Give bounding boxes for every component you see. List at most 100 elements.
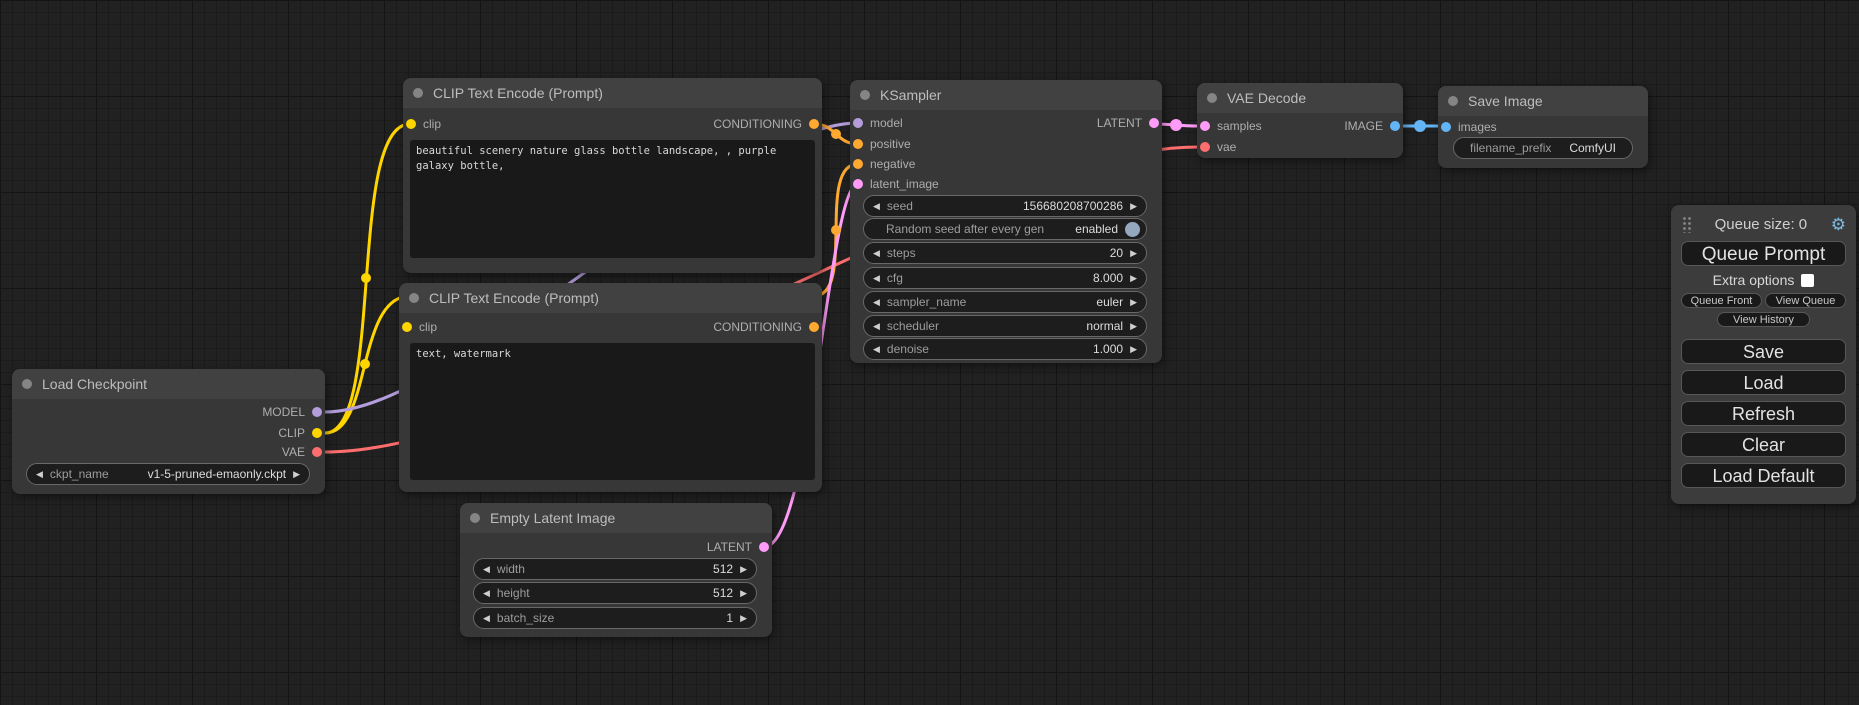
collapse-dot-icon[interactable] [1207,93,1217,103]
collapse-dot-icon[interactable] [860,90,870,100]
slot-dot-conditioning[interactable] [853,139,863,149]
next-value-icon[interactable]: ▶ [1130,322,1137,331]
slot-dot-latent[interactable] [853,179,863,189]
slot-dot-conditioning[interactable] [809,119,819,129]
next-value-icon[interactable]: ▶ [1130,202,1137,211]
collapse-dot-icon[interactable] [22,379,32,389]
input-slot-clip[interactable]: clip [402,317,437,337]
load-button[interactable]: Load [1681,370,1846,395]
next-value-icon[interactable]: ▶ [740,589,747,598]
next-value-icon[interactable]: ▶ [1130,298,1137,307]
load-default-button[interactable]: Load Default [1681,463,1846,488]
node-title-bar[interactable]: CLIP Text Encode (Prompt) [399,283,822,313]
output-slot-clip[interactable]: CLIP [278,423,322,443]
drag-handle-icon[interactable] [1681,215,1691,233]
prev-value-icon[interactable]: ◀ [873,202,880,211]
output-slot-latent[interactable]: LATENT [1097,113,1159,133]
output-slot-conditioning[interactable]: CONDITIONING [713,114,819,134]
node-title-bar[interactable]: VAE Decode [1197,83,1403,113]
node-load-checkpoint[interactable]: Load Checkpoint MODEL CLIP VAE ◀ ckpt_na… [12,369,325,494]
node-clip-text-encode-positive[interactable]: CLIP Text Encode (Prompt) clip CONDITION… [403,78,822,273]
settings-gear-icon[interactable]: ⚙ [1831,216,1846,233]
prev-value-icon[interactable]: ◀ [873,322,880,331]
next-value-icon[interactable]: ▶ [740,614,747,623]
clear-button[interactable]: Clear [1681,432,1846,457]
input-slot-positive[interactable]: positive [853,134,911,154]
filename-prefix-field[interactable]: filename_prefix ComfyUI [1453,137,1633,159]
prev-value-icon[interactable]: ◀ [873,274,880,283]
input-slot-images[interactable]: images [1441,117,1497,137]
cfg-combo[interactable]: ◀ cfg 8.000 ▶ [863,267,1147,289]
prev-value-icon[interactable]: ◀ [483,589,490,598]
input-slot-samples[interactable]: samples [1200,116,1262,136]
refresh-button[interactable]: Refresh [1681,401,1846,426]
slot-dot-latent[interactable] [1200,121,1210,131]
extra-options-checkbox[interactable] [1801,274,1814,287]
prompt-text-input[interactable]: beautiful scenery nature glass bottle la… [410,140,815,258]
collapse-dot-icon[interactable] [409,293,419,303]
node-ksampler[interactable]: KSampler model positive negative latent_… [850,80,1162,363]
slot-dot-clip[interactable] [406,119,416,129]
output-slot-model[interactable]: MODEL [262,402,322,422]
slot-dot-image[interactable] [1390,121,1400,131]
next-value-icon[interactable]: ▶ [740,565,747,574]
output-slot-vae[interactable]: VAE [282,442,322,462]
slot-dot-clip[interactable] [312,428,322,438]
collapse-dot-icon[interactable] [413,88,423,98]
slot-dot-latent[interactable] [759,542,769,552]
batch-size-combo[interactable]: ◀ batch_size 1 ▶ [473,607,757,629]
view-queue-button[interactable]: View Queue [1765,293,1846,308]
height-combo[interactable]: ◀ height 512 ▶ [473,582,757,604]
random-seed-toggle[interactable]: Random seed after every gen enabled [863,218,1147,240]
input-slot-clip[interactable]: clip [406,114,441,134]
node-empty-latent-image[interactable]: Empty Latent Image LATENT ◀ width 512 ▶ … [460,503,772,637]
next-value-icon[interactable]: ▶ [293,470,300,479]
node-title-bar[interactable]: Save Image [1438,86,1648,116]
node-clip-text-encode-negative[interactable]: CLIP Text Encode (Prompt) clip CONDITION… [399,283,822,492]
collapse-dot-icon[interactable] [1448,96,1458,106]
slot-dot-image[interactable] [1441,122,1451,132]
slot-dot-clip[interactable] [402,322,412,332]
slot-dot-vae[interactable] [312,447,322,457]
output-slot-conditioning[interactable]: CONDITIONING [713,317,819,337]
slot-dot-vae[interactable] [1200,142,1210,152]
input-slot-vae[interactable]: vae [1200,137,1236,157]
output-slot-latent[interactable]: LATENT [707,537,769,557]
queue-prompt-button[interactable]: Queue Prompt [1681,241,1846,266]
prompt-text-input[interactable]: text, watermark [410,343,815,480]
node-vae-decode[interactable]: VAE Decode samples vae IMAGE [1197,83,1403,158]
node-title-bar[interactable]: Empty Latent Image [460,503,772,533]
input-slot-negative[interactable]: negative [853,154,915,174]
width-combo[interactable]: ◀ width 512 ▶ [473,558,757,580]
node-save-image[interactable]: Save Image images filename_prefix ComfyU… [1438,86,1648,168]
denoise-combo[interactable]: ◀ denoise 1.000 ▶ [863,338,1147,360]
prev-value-icon[interactable]: ◀ [483,614,490,623]
slot-dot-conditioning[interactable] [809,322,819,332]
sampler-name-combo[interactable]: ◀ sampler_name euler ▶ [863,291,1147,313]
slot-dot-model[interactable] [312,407,322,417]
slot-dot-latent[interactable] [1149,118,1159,128]
node-title-bar[interactable]: CLIP Text Encode (Prompt) [403,78,822,108]
next-value-icon[interactable]: ▶ [1130,274,1137,283]
prev-value-icon[interactable]: ◀ [483,565,490,574]
node-graph-canvas[interactable]: Load Checkpoint MODEL CLIP VAE ◀ ckpt_na… [0,0,1859,705]
prev-value-icon[interactable]: ◀ [36,470,43,479]
seed-combo[interactable]: ◀ seed 156680208700286 ▶ [863,195,1147,217]
next-value-icon[interactable]: ▶ [1130,249,1137,258]
input-slot-latent-image[interactable]: latent_image [853,174,939,194]
ckpt-name-combo[interactable]: ◀ ckpt_name v1-5-pruned-emaonly.ckpt ▶ [26,463,310,485]
prev-value-icon[interactable]: ◀ [873,298,880,307]
steps-combo[interactable]: ◀ steps 20 ▶ [863,242,1147,264]
prev-value-icon[interactable]: ◀ [873,249,880,258]
slot-dot-model[interactable] [853,118,863,128]
node-title-bar[interactable]: KSampler [850,80,1162,110]
queue-panel[interactable]: Queue size: 0 ⚙ Queue Prompt Extra optio… [1671,205,1856,504]
input-slot-model[interactable]: model [853,113,903,133]
slot-dot-conditioning[interactable] [853,159,863,169]
queue-front-button[interactable]: Queue Front [1681,293,1762,308]
view-history-button[interactable]: View History [1717,312,1809,327]
next-value-icon[interactable]: ▶ [1130,345,1137,354]
toggle-enabled-icon[interactable] [1125,222,1140,237]
prev-value-icon[interactable]: ◀ [873,345,880,354]
output-slot-image[interactable]: IMAGE [1344,116,1400,136]
